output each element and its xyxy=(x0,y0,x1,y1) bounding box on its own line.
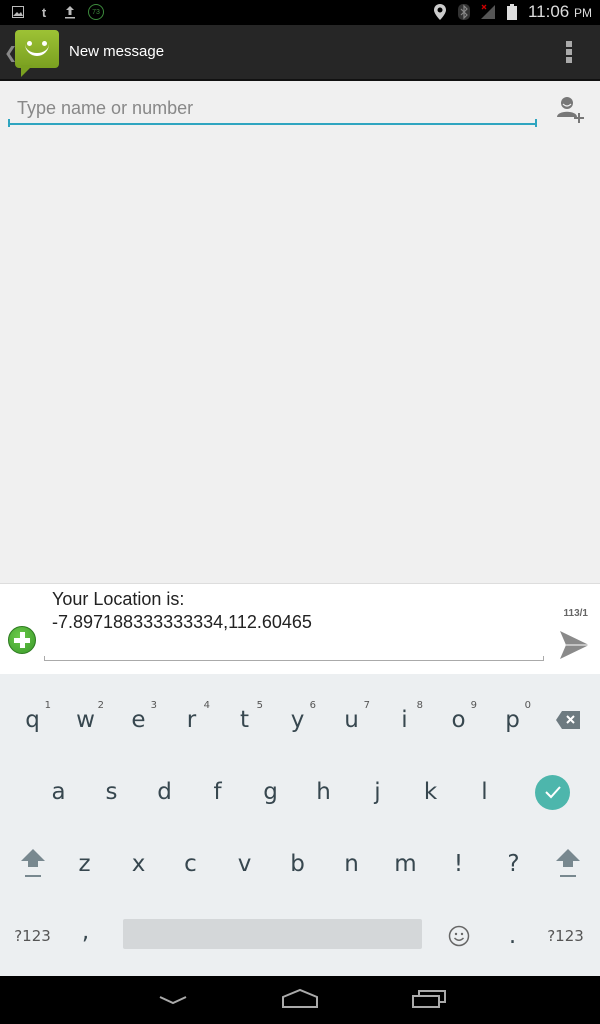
battery-saver-73-icon: 73 xyxy=(88,4,104,20)
key-s[interactable]: s xyxy=(85,756,138,828)
send-icon[interactable] xyxy=(558,630,590,660)
keyboard: q1 w2 e3 r4 t5 y6 u7 i8 o9 p0 a s d f g … xyxy=(0,674,600,976)
key-u[interactable]: u7 xyxy=(325,684,378,756)
key-w[interactable]: w2 xyxy=(59,684,112,756)
location-icon xyxy=(432,4,448,20)
navigation-bar xyxy=(0,976,600,1024)
key-g[interactable]: g xyxy=(244,756,297,828)
messaging-app-icon[interactable] xyxy=(15,30,59,77)
tumblr-icon: t xyxy=(41,4,47,20)
shift-key-right[interactable] xyxy=(541,828,594,900)
key-z[interactable]: z xyxy=(58,828,111,900)
key-c[interactable]: c xyxy=(164,828,217,900)
key-t[interactable]: t5 xyxy=(218,684,271,756)
spacebar[interactable] xyxy=(123,919,422,949)
shift-icon xyxy=(555,849,580,877)
page-title: New message xyxy=(69,43,165,60)
backspace-key[interactable] xyxy=(541,684,594,756)
key-i[interactable]: i8 xyxy=(378,684,431,756)
key-p[interactable]: p0 xyxy=(486,684,539,756)
key-q[interactable]: q1 xyxy=(6,684,59,756)
message-input[interactable]: Your Location is: -7.897188333333334,112… xyxy=(52,588,542,634)
key-h[interactable]: h xyxy=(297,756,350,828)
key-o[interactable]: o9 xyxy=(432,684,485,756)
key-b[interactable]: b xyxy=(271,828,324,900)
message-input-underline xyxy=(44,656,544,661)
action-bar: ❮ New message xyxy=(0,25,600,81)
key-j[interactable]: j xyxy=(351,756,404,828)
backspace-icon xyxy=(555,711,580,729)
key-a[interactable]: a xyxy=(32,756,85,828)
bluetooth-icon xyxy=(456,4,472,20)
back-icon[interactable] xyxy=(148,986,198,1014)
key-question[interactable]: ? xyxy=(487,828,540,900)
signal-no-service-icon xyxy=(480,4,496,20)
key-exclamation[interactable]: ! xyxy=(432,828,485,900)
key-r[interactable]: r4 xyxy=(165,684,218,756)
recipient-area xyxy=(0,83,600,583)
emoji-key[interactable] xyxy=(432,900,485,972)
key-v[interactable]: v xyxy=(218,828,271,900)
key-m[interactable]: m xyxy=(379,828,432,900)
keyboard-row-3: z x c v b n m ! ? xyxy=(0,828,600,900)
key-e[interactable]: e3 xyxy=(112,684,165,756)
key-y[interactable]: y6 xyxy=(271,684,324,756)
home-icon[interactable] xyxy=(275,986,325,1014)
keyboard-row-2: a s d f g h j k l xyxy=(0,756,600,828)
symbols-key-left[interactable]: ?123 xyxy=(6,900,59,972)
status-bar: t 73 11:06 PM xyxy=(0,0,600,25)
compose-bar: Your Location is: -7.897188333333334,112… xyxy=(0,583,600,674)
char-counter: 113/1 xyxy=(563,608,588,619)
shift-icon xyxy=(20,849,45,877)
upload-icon xyxy=(62,4,78,20)
clock: 11:06 PM xyxy=(527,2,592,21)
recent-apps-icon[interactable] xyxy=(405,986,455,1014)
enter-key[interactable] xyxy=(526,756,579,828)
add-person-icon[interactable] xyxy=(554,95,586,125)
emoji-icon xyxy=(448,925,469,947)
battery-icon xyxy=(504,4,520,20)
recipient-input-underline xyxy=(8,119,537,127)
keyboard-row-1: q1 w2 e3 r4 t5 y6 u7 i8 o9 p0 xyxy=(0,684,600,756)
overflow-menu-icon[interactable] xyxy=(566,41,572,65)
keyboard-row-4: ?123 , . ?123 xyxy=(0,900,600,972)
image-icon xyxy=(10,4,26,20)
key-f[interactable]: f xyxy=(191,756,244,828)
key-comma[interactable]: , xyxy=(59,896,112,968)
key-l[interactable]: l xyxy=(458,756,511,828)
symbols-key-right[interactable]: ?123 xyxy=(539,900,592,972)
key-x[interactable]: x xyxy=(112,828,165,900)
checkmark-icon xyxy=(535,774,570,810)
key-n[interactable]: n xyxy=(325,828,378,900)
shift-key-left[interactable] xyxy=(6,828,59,900)
key-d[interactable]: d xyxy=(138,756,191,828)
key-k[interactable]: k xyxy=(404,756,457,828)
key-period[interactable]: . xyxy=(486,900,539,972)
add-attachment-icon[interactable] xyxy=(8,626,36,654)
